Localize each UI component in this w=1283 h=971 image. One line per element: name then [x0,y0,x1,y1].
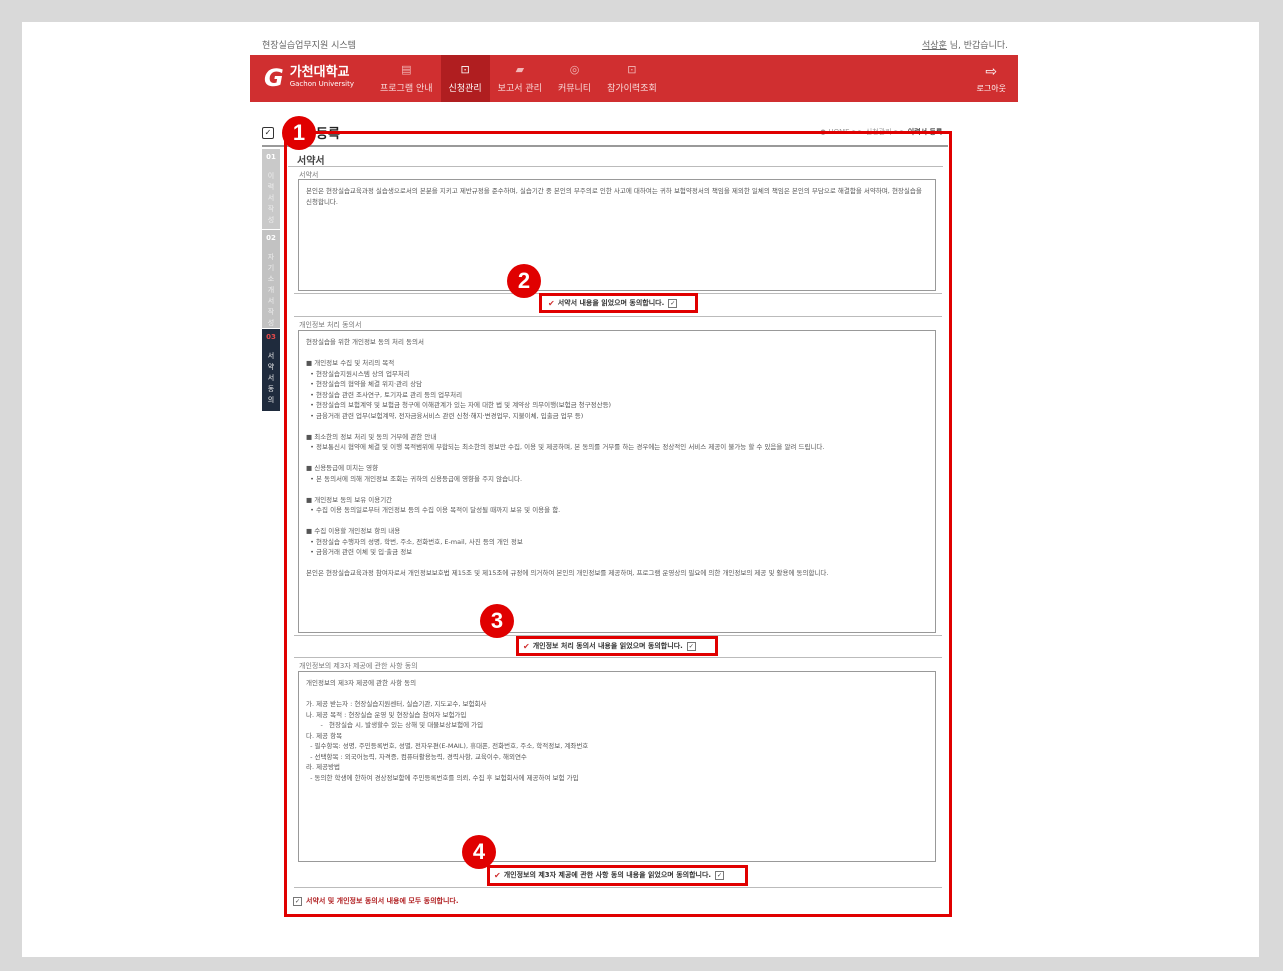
step-label: 자 기 소 개 서 작 성 [267,253,275,327]
callout-badge-1: 1 [282,116,316,150]
logo-korean: 가천대학교 [289,64,350,80]
nav-item-1[interactable]: ⊡ 신청관리 [440,55,490,102]
callout-badge-4: 4 [462,835,496,869]
nav-item-label: 신청관리 [448,84,482,94]
step-number: 01 [266,153,276,161]
calendar-check-icon: ✓ [262,126,274,139]
user-greeting: 석상훈 님, 반갑습니다. [922,38,1008,51]
top-bar: 현장실습업무지원 시스템 석상훈 님, 반갑습니다. [250,34,1018,54]
logo-mark-icon: G [264,64,284,92]
callout-frame-2 [539,293,698,313]
nav-item-label: 프로그램 안내 [380,84,433,94]
callout-badge-3: 3 [480,604,514,638]
user-name-link[interactable]: 석상훈 [922,41,947,51]
document-icon: ▤ [401,63,412,76]
search-doc-icon: ⊡ [460,63,470,76]
main-header: G 가천대학교 Gachon University ▤ 프로그램 안내 ⊡ 신청관리 ▰… [250,55,1018,102]
logout-icon: ⇨ [985,64,998,80]
step-tabs: 01 이 력 서 작 성 02 자 기 소 개 서 작 성 03 서 약 서 동… [262,149,280,411]
system-name: 현장실습업무지원 시스템 [262,41,356,51]
step-tab-resume[interactable]: 01 이 력 서 작 성 [262,149,280,229]
step-number: 02 [266,234,276,242]
callout-frame-1 [284,131,952,917]
step-label: 이 력 서 작 성 [267,172,275,224]
logout-button[interactable]: ⇨ 로그아웃 [977,64,1006,94]
logo-english: Gachon University [289,79,354,88]
history-icon: ⊡ [627,63,637,76]
nav-item-3[interactable]: ◎ 커뮤니티 [550,55,599,102]
step-tab-pledge[interactable]: 03 서 약 서 동 의 [262,328,280,411]
logout-label: 로그아웃 [976,84,1006,93]
folder-icon: ▰ [515,63,525,76]
callout-frame-4 [487,865,748,886]
callout-badge-2: 2 [507,264,541,298]
step-label: 서 약 서 동 의 [267,352,275,404]
university-logo[interactable]: G 가천대학교 Gachon University [264,64,354,92]
step-tab-self-intro[interactable]: 02 자 기 소 개 서 작 성 [262,229,280,328]
logo-text: 가천대학교 Gachon University [289,64,354,89]
nav-item-label: 커뮤니티 [557,84,592,94]
greeting-text: 님, 반갑습니다. [946,41,1008,51]
nav-item-2[interactable]: ▰ 보고서 관리 [490,55,550,102]
nav-item-4[interactable]: ⊡ 참가이력조회 [599,55,665,102]
community-icon: ◎ [569,63,580,76]
nav-item-label: 보고서 관리 [497,84,542,94]
step-number: 03 [266,333,276,341]
main-nav: ▤ 프로그램 안내 ⊡ 신청관리 ▰ 보고서 관리 ◎ 커뮤니티 ⊡ 참가이력조회 [372,55,665,102]
nav-item-0[interactable]: ▤ 프로그램 안내 [372,55,441,102]
callout-frame-3 [516,636,718,656]
nav-item-label: 참가이력조회 [607,84,657,94]
